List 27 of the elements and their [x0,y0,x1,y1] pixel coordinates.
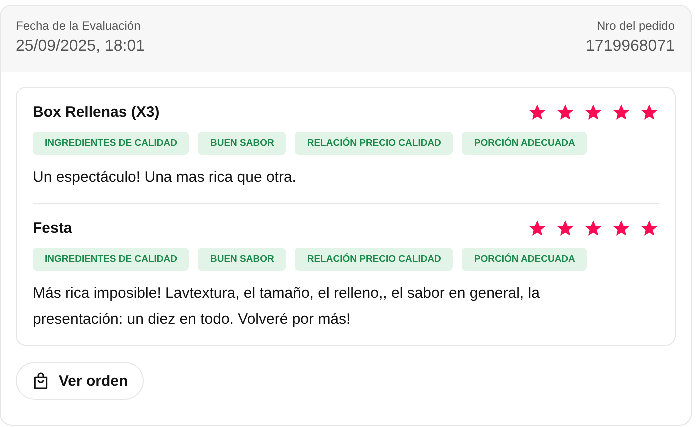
view-order-button[interactable]: Ver orden [16,362,144,400]
product-name: Box Rellenas (X3) [33,104,160,121]
star-icon [640,103,659,122]
order-label: Nro del pedido [596,19,675,33]
star-icon [528,103,547,122]
star-icon [640,219,659,238]
tag: PORCIÓN ADECUADA [462,248,588,271]
tag: PORCIÓN ADECUADA [462,132,588,155]
tag: RELACIÓN PRECIO CALIDAD [295,248,454,271]
star-icon [612,103,631,122]
star-icon [528,219,547,238]
tag: BUEN SABOR [198,132,286,155]
product-name: Festa [33,220,72,237]
tag: INGREDIENTES DE CALIDAD [33,248,190,271]
star-icon [556,219,575,238]
order-number: 1719968071 [586,38,675,56]
tag: RELACIÓN PRECIO CALIDAD [295,132,454,155]
star-icon [584,219,603,238]
star-icon [556,103,575,122]
review-comment: Más rica imposible! Lavtextura, el tamaño, el relleno,, el sabor en general, la presentación: un diez en todo. Volveré por más! [33,284,541,330]
tag: INGREDIENTES DE CALIDAD [33,132,190,155]
review-comment: Un espectáculo! Una mas rica que otra. [33,168,298,188]
evaluation-date: 25/09/2025, 18:01 [16,38,146,56]
tag: BUEN SABOR [198,248,286,271]
date-label: Fecha de la Evaluación [16,19,142,33]
star-icon [584,103,603,122]
star-icon [612,219,631,238]
